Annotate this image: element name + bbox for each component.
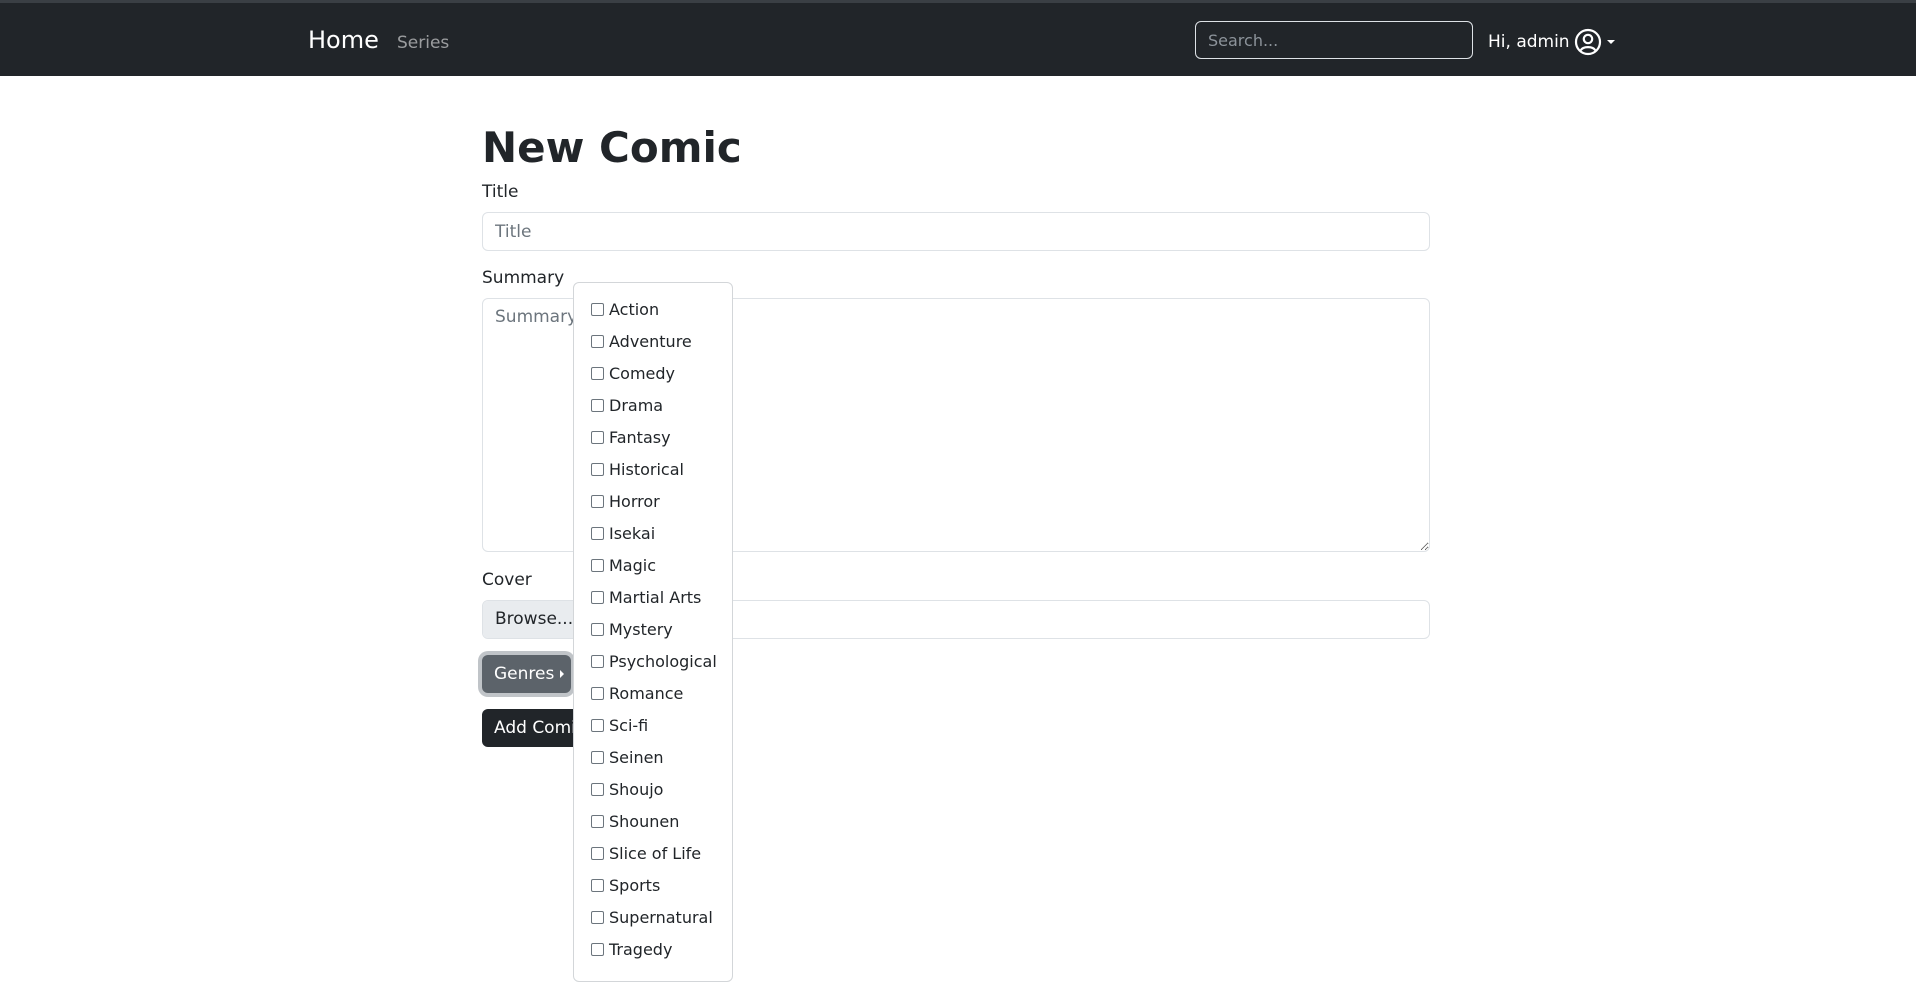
genre-label: Slice of Life: [609, 843, 702, 863]
genre-checkbox[interactable]: [591, 302, 604, 316]
genre-option[interactable]: Shounen: [574, 805, 732, 837]
genre-label: Fantasy: [609, 427, 671, 447]
genre-checkbox[interactable]: [591, 430, 604, 444]
genre-label: Action: [609, 299, 660, 319]
genre-label: Shounen: [609, 811, 680, 831]
genre-checkbox[interactable]: [591, 718, 604, 732]
genre-option[interactable]: Tragedy: [574, 933, 732, 965]
genre-label: Isekai: [609, 523, 656, 543]
genre-option[interactable]: Isekai: [574, 517, 732, 549]
genres-dropdown-menu: Action Adventure Comedy Drama Fantasy Histori…: [573, 282, 733, 982]
genre-label: Supernatural: [609, 907, 713, 927]
genre-label: Comedy: [609, 363, 676, 383]
genre-checkbox[interactable]: [591, 462, 604, 476]
genre-checkbox[interactable]: [591, 494, 604, 508]
genre-checkbox[interactable]: [591, 366, 604, 380]
genre-option[interactable]: Horror: [574, 485, 732, 517]
genre-checkbox[interactable]: [591, 398, 604, 412]
genre-option[interactable]: Sports: [574, 869, 732, 901]
genre-label: Sci-fi: [609, 715, 649, 735]
genre-label: Shoujo: [609, 779, 664, 799]
home-link[interactable]: Home: [308, 25, 379, 55]
genre-checkbox[interactable]: [591, 942, 604, 956]
genre-label: Tragedy: [609, 939, 673, 959]
title-label: Title: [482, 182, 519, 202]
genre-option[interactable]: Comedy: [574, 357, 732, 389]
genre-checkbox[interactable]: [591, 814, 604, 828]
genre-label: Seinen: [609, 747, 664, 767]
nav-link-series[interactable]: Series: [397, 32, 449, 54]
genre-checkbox[interactable]: [591, 750, 604, 764]
genre-checkbox[interactable]: [591, 878, 604, 892]
genre-option[interactable]: Seinen: [574, 741, 732, 773]
user-menu-toggle[interactable]: Hi, admin: [1488, 27, 1616, 57]
genre-checkbox[interactable]: [591, 910, 604, 924]
genre-label: Martial Arts: [609, 587, 702, 607]
genre-option[interactable]: Action: [574, 293, 732, 325]
genre-option[interactable]: Slice of Life: [574, 837, 732, 869]
genre-option[interactable]: Mystery: [574, 613, 732, 645]
genre-checkbox[interactable]: [591, 526, 604, 540]
search-input[interactable]: [1195, 21, 1473, 59]
genre-option[interactable]: Supernatural: [574, 901, 732, 933]
top-navbar: Home Series Hi, admin: [0, 0, 1916, 76]
genre-label: Romance: [609, 683, 684, 703]
genre-label: Adventure: [609, 331, 692, 351]
page-title: New Comic: [482, 123, 742, 172]
title-field[interactable]: [482, 212, 1430, 251]
genre-checkbox[interactable]: [591, 686, 604, 700]
genre-label: Sports: [609, 875, 661, 895]
genre-option[interactable]: Shoujo: [574, 773, 732, 805]
genre-option[interactable]: Romance: [574, 677, 732, 709]
genre-checkbox[interactable]: [591, 334, 604, 348]
genre-option[interactable]: Adventure: [574, 325, 732, 357]
genre-option[interactable]: Martial Arts: [574, 581, 732, 613]
genre-label: Horror: [609, 491, 660, 511]
genre-label: Mystery: [609, 619, 673, 639]
genre-option[interactable]: Magic: [574, 549, 732, 581]
caret-down-icon: [1606, 38, 1616, 46]
genre-checkbox[interactable]: [591, 558, 604, 572]
caret-right-icon: [560, 670, 565, 678]
genre-label: Historical: [609, 459, 684, 479]
genre-checkbox[interactable]: [591, 846, 604, 860]
genre-option[interactable]: Sci-fi: [574, 709, 732, 741]
genre-option[interactable]: Drama: [574, 389, 732, 421]
genre-checkbox[interactable]: [591, 654, 604, 668]
user-greeting: Hi, admin: [1488, 32, 1570, 52]
genre-option[interactable]: Historical: [574, 453, 732, 485]
genre-option[interactable]: Psychological: [574, 645, 732, 677]
genre-checkbox[interactable]: [591, 622, 604, 636]
summary-label: Summary: [482, 268, 565, 288]
browse-button[interactable]: Browse...: [483, 601, 575, 638]
genre-checkbox[interactable]: [591, 782, 604, 796]
genres-dropdown-button[interactable]: Genres: [482, 655, 571, 693]
genre-option[interactable]: Fantasy: [574, 421, 732, 453]
genre-label: Drama: [609, 395, 664, 415]
genre-label: Psychological: [609, 651, 717, 671]
genres-button-label: Genres: [494, 664, 555, 684]
genre-checkbox[interactable]: [591, 590, 604, 604]
user-circle-icon: [1574, 28, 1602, 56]
genre-label: Magic: [609, 555, 657, 575]
cover-label: Cover: [482, 570, 532, 590]
